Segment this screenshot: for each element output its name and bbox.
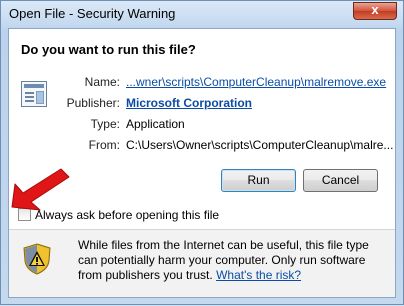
run-button[interactable]: Run — [221, 169, 296, 192]
whats-the-risk-link[interactable]: What's the risk? — [216, 268, 301, 282]
warning-text-block: While files from the Internet can be use… — [78, 238, 378, 283]
close-icon: x — [371, 2, 379, 17]
always-ask-checkbox[interactable] — [18, 208, 31, 221]
always-ask-label[interactable]: Always ask before opening this file — [35, 208, 219, 222]
type-value: Application — [126, 117, 185, 131]
type-label: Type: — [90, 117, 120, 131]
security-shield-icon — [23, 243, 51, 275]
cancel-button[interactable]: Cancel — [303, 169, 378, 192]
name-label: Name: — [84, 75, 120, 89]
security-warning-window: Open File - Security Warning x Do you wa… — [0, 0, 404, 305]
file-name-link[interactable]: ...wner\scripts\ComputerCleanup\malremov… — [126, 75, 386, 89]
publisher-label: Publisher: — [66, 96, 120, 110]
warning-panel: While files from the Internet can be use… — [9, 230, 395, 297]
title-bar[interactable]: Open File - Security Warning x — [1, 1, 403, 27]
dialog-content: Do you want to run this file? Name: ...w… — [8, 28, 396, 298]
dialog-question: Do you want to run this file? — [21, 42, 196, 57]
close-button[interactable]: x — [353, 2, 397, 20]
publisher-link[interactable]: Microsoft Corporation — [126, 96, 252, 110]
application-file-icon — [21, 81, 47, 107]
window-title: Open File - Security Warning — [9, 6, 176, 21]
from-value: C:\Users\Owner\scripts\ComputerCleanup\m… — [126, 138, 394, 152]
from-label: From: — [88, 138, 120, 152]
